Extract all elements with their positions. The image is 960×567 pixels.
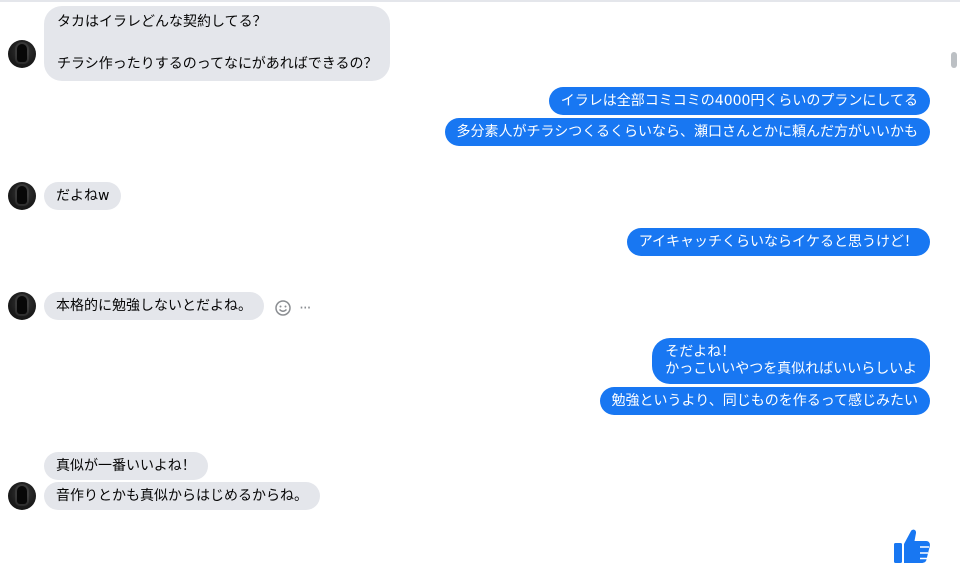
outgoing-message[interactable]: イラレは全部コミコミの4000円くらいのプランにしてる [548, 87, 930, 115]
top-divider [0, 0, 960, 2]
incoming-message[interactable]: 音作りとかも真似からはじめるからね。 [44, 482, 320, 510]
outgoing-message[interactable]: 多分素人がチラシつくるくらいなら、瀬口さんとかに頼んだ方がいいかも [444, 118, 930, 146]
more-icon[interactable]: ··· [299, 299, 311, 317]
contact-avatar[interactable] [8, 292, 36, 320]
chat-thread: タカはイラレどんな契約してる？ チラシ作ったりするのってなにがあればできるの？ … [0, 0, 960, 567]
outgoing-message[interactable]: そだよね！ かっこいいやつを真似ればいいらしいよ [652, 338, 930, 384]
incoming-message[interactable]: タカはイラレどんな契約してる？ チラシ作ったりするのってなにがあればできるの？ [44, 6, 391, 81]
contact-avatar[interactable] [8, 482, 36, 510]
incoming-message[interactable]: だよねw [44, 182, 122, 210]
scrollbar-thumb[interactable] [951, 52, 957, 68]
outgoing-message[interactable]: 勉強というより、同じものを作るって感じみたい [599, 387, 930, 415]
contact-avatar[interactable] [8, 40, 36, 68]
incoming-message[interactable]: 真似が一番いいよね！ [44, 452, 208, 480]
smile-icon[interactable] [274, 299, 292, 317]
outgoing-message[interactable]: アイキャッチくらいならイケると思うけど！ [626, 228, 930, 256]
incoming-message[interactable]: 本格的に勉強しないとだよね。 [44, 292, 264, 320]
contact-avatar[interactable] [8, 182, 36, 210]
thumbs-up-icon[interactable] [893, 528, 931, 564]
message-actions: ··· [274, 297, 311, 317]
